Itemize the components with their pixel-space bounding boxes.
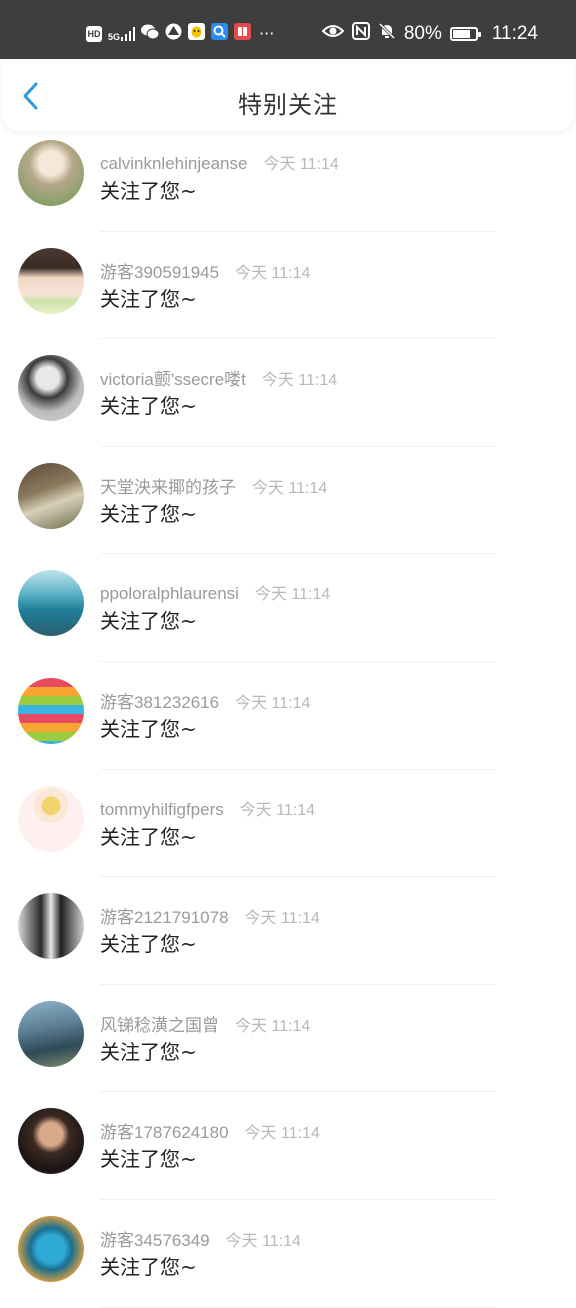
username[interactable]: victoria颤'ssecre喽t	[100, 365, 246, 390]
username[interactable]: calvinknlehinjeanse	[100, 154, 247, 174]
nfc-icon	[351, 22, 370, 45]
username[interactable]: ppoloralphlaurensi	[100, 584, 239, 604]
message-text: 关注了您~	[100, 824, 197, 849]
list-item[interactable]: victoria颤'ssecre喽t 今天 11:14 关注了您~	[0, 339, 576, 447]
list-item[interactable]: 游客34576349 今天 11:14 关注了您~	[0, 1200, 576, 1308]
username[interactable]: 游客1787624180	[100, 1118, 229, 1143]
notification-list: calvinknlehinjeanse 今天 11:14 关注了您~ 游客3905…	[0, 124, 576, 1308]
list-item[interactable]: tommyhilfigfpers 今天 11:14 关注了您~	[0, 770, 576, 878]
message-text: 关注了您~	[100, 1147, 197, 1172]
avatar[interactable]	[18, 1000, 84, 1067]
timestamp: 今天 11:14	[244, 910, 320, 928]
list-item[interactable]: 游客381232616 今天 11:14 关注了您~	[0, 662, 576, 770]
username[interactable]: 风锑稔潢之国曾	[100, 1011, 219, 1036]
app-header: 特别关注	[2, 59, 574, 131]
timestamp: 今天 11:14	[261, 372, 338, 390]
mute-bell-icon	[378, 22, 396, 45]
username[interactable]: 游客2121791078	[100, 903, 229, 928]
message-text: 关注了您~	[100, 1254, 197, 1279]
qq-icon	[188, 23, 206, 44]
avatar[interactable]	[18, 247, 84, 314]
timestamp: 今天 11:14	[263, 156, 339, 173]
search-app-icon	[211, 23, 229, 44]
username[interactable]: 游客390591945	[100, 258, 219, 283]
book-app-icon	[234, 23, 252, 44]
timestamp: 今天 11:14	[225, 1232, 301, 1250]
divider	[100, 1306, 496, 1308]
message-text: 关注了您~	[100, 286, 197, 311]
message-text: 关注了您~	[100, 716, 197, 741]
battery-icon	[449, 26, 481, 41]
message-text: 关注了您~	[100, 1039, 197, 1064]
avatar[interactable]	[18, 1108, 84, 1175]
clock: 11:24	[491, 22, 538, 44]
timestamp: 今天 11:14	[235, 694, 311, 712]
status-left-icons: HD 5G ···	[86, 23, 274, 44]
timestamp: 今天 11:14	[244, 1125, 320, 1143]
list-item[interactable]: 风锑稔潢之国曾 今天 11:14 关注了您~	[0, 985, 576, 1093]
username[interactable]: 游客34576349	[100, 1226, 210, 1251]
timestamp: 今天 11:14	[235, 264, 311, 282]
timestamp: 今天 11:14	[239, 801, 316, 819]
username[interactable]: 游客381232616	[100, 688, 219, 713]
battery-percent: 80%	[403, 22, 442, 44]
timestamp: 今天 11:14	[254, 586, 331, 604]
list-item[interactable]: 游客1787624180 今天 11:14 关注了您~	[0, 1092, 576, 1200]
network-type-label: 5G	[108, 31, 121, 42]
avatar[interactable]	[18, 570, 84, 637]
avatar[interactable]	[18, 462, 84, 529]
avatar[interactable]	[18, 140, 84, 206]
message-text: 关注了您~	[100, 501, 197, 526]
hd-icon: HD	[86, 25, 102, 42]
status-bar: HD 5G ··· 80% 11:24	[0, 0, 576, 59]
app-icon	[165, 23, 182, 44]
username[interactable]: tommyhilfigfpers	[100, 800, 224, 820]
avatar[interactable]	[18, 1215, 84, 1282]
list-item[interactable]: 天堂泱来揶的孩子 今天 11:14 关注了您~	[0, 447, 576, 555]
message-text: 关注了您~	[100, 932, 197, 957]
list-item[interactable]: calvinknlehinjeanse 今天 11:14 关注了您~	[0, 124, 576, 232]
list-item[interactable]: 游客2121791078 今天 11:14 关注了您~	[0, 877, 576, 985]
eye-icon	[321, 23, 345, 44]
list-item[interactable]: ppoloralphlaurensi 今天 11:14 关注了您~	[0, 554, 576, 662]
avatar[interactable]	[18, 785, 84, 852]
message-text: 关注了您~	[100, 394, 197, 419]
message-text: 关注了您~	[100, 179, 197, 203]
avatar[interactable]	[18, 893, 84, 960]
avatar[interactable]	[18, 355, 84, 422]
page-title: 特别关注	[238, 91, 338, 119]
avatar[interactable]	[18, 677, 84, 744]
message-text: 关注了您~	[100, 609, 197, 634]
signal-icon: 5G	[108, 26, 136, 42]
wechat-icon	[141, 24, 160, 44]
list-item[interactable]: 游客390591945 今天 11:14 关注了您~	[0, 232, 576, 340]
more-notifications-icon: ···	[259, 23, 275, 43]
status-right-icons: 80% 11:24	[321, 22, 538, 45]
timestamp: 今天 11:14	[252, 479, 328, 497]
username[interactable]: 天堂泱来揶的孩子	[100, 473, 236, 498]
timestamp: 今天 11:14	[235, 1017, 311, 1035]
